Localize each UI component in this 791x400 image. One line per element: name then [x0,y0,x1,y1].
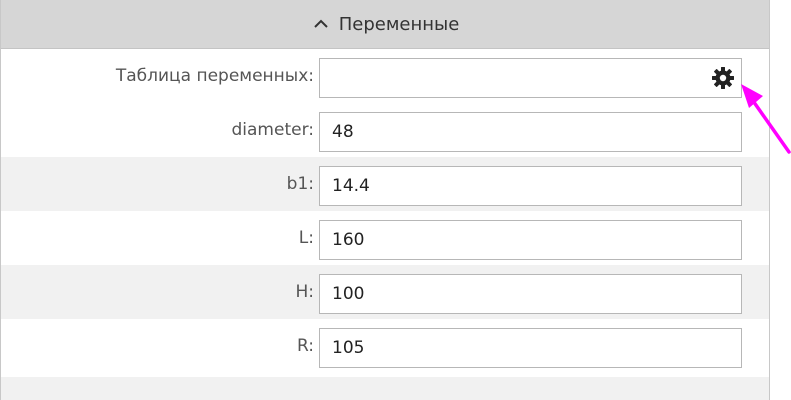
variable-input-l[interactable]: 160 [319,220,742,260]
gear-icon[interactable] [711,66,735,90]
variable-value: 105 [332,338,365,358]
variable-row-diameter: diameter: 48 [1,103,769,157]
variable-label: b1: [286,174,314,194]
variable-table-row: Таблица переменных: [1,49,769,103]
variable-table-label: Таблица переменных: [115,66,314,86]
variable-label: H: [295,282,314,302]
variable-row-l: L: 160 [1,211,769,265]
variables-panel: Переменные Таблица переменных: diameter:… [0,0,770,400]
variable-input-r[interactable]: 105 [319,328,742,368]
variable-input-b1[interactable]: 14.4 [319,166,742,206]
variable-row-b1: b1: 14.4 [1,157,769,211]
chevron-up-icon [311,14,331,34]
variable-label: L: [298,228,314,248]
variable-value: 14.4 [332,176,370,196]
variable-value: 48 [332,122,354,142]
variable-input-h[interactable]: 100 [319,274,742,314]
section-header-variables[interactable]: Переменные [1,0,769,49]
variable-row-r: R: 105 [1,319,769,373]
variable-label: R: [296,336,314,356]
variable-input-diameter[interactable]: 48 [319,112,742,152]
section-title: Переменные [338,13,460,35]
panel-bottom-strip [1,377,769,400]
variable-row-h: H: 100 [1,265,769,319]
variable-table-field[interactable] [319,58,742,98]
variable-value: 160 [332,230,365,250]
variable-value: 100 [332,284,365,304]
annotation-arrow [735,80,791,160]
variable-label: diameter: [231,120,315,140]
